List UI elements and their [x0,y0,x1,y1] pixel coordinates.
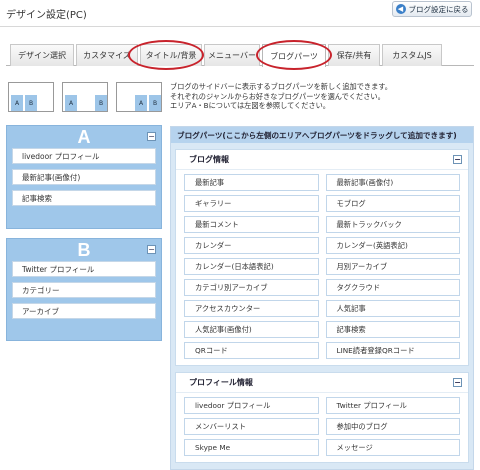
blog-part-item[interactable]: タグクラウド [325,279,460,296]
area-b-panel: B − Twitter プロフィール カテゴリー アーカイブ [6,238,162,341]
group-title: ブログ情報 [189,155,229,164]
parts-grid: livedoor プロフィール Twitter プロフィール メンバーリスト 参… [176,393,468,462]
blog-part-item[interactable]: 月別アーカイブ [325,258,460,275]
tab-customize[interactable]: カスタマイズ [76,44,138,66]
tab-blog-parts[interactable]: ブログパーツ [262,44,326,67]
collapse-icon[interactable]: − [147,245,156,254]
blog-part-item[interactable]: カレンダー(日本語表記) [184,258,319,275]
group-header: ブログ情報 − [176,150,468,170]
area-b-header: B − [7,239,161,261]
back-arrow-icon: ◀ [395,4,406,14]
blog-part-item[interactable]: モブログ [325,195,460,212]
layout-diagram: A B [8,82,54,112]
blog-part-item[interactable]: 参加中のブログ [325,418,460,435]
area-a-panel: A − livedoor プロフィール 最新記事(画像付) 記事検索 [6,125,162,229]
page-title: デザイン設定(PC) [6,10,87,21]
tab-menu-bar[interactable]: メニューバー [204,44,260,66]
blog-part-item[interactable]: 最新コメント [184,216,319,233]
area-a-marker: A [11,95,23,111]
blog-part-item[interactable]: Skype Me [184,439,319,456]
blog-part-item[interactable]: メンバーリスト [184,418,319,435]
description-line: それぞれのジャンルからお好きなブログパーツを選んでください。 [170,91,385,101]
area-a-item[interactable]: 最新記事(画像付) [12,169,156,185]
tab-title-background[interactable]: タイトル/背景 [140,44,202,66]
layout-diagram: A B [62,82,108,112]
area-b-title: B [77,239,91,260]
area-a-item[interactable]: livedoor プロフィール [12,148,156,164]
blog-part-item[interactable]: アクセスカウンター [184,300,319,317]
area-a-marker: A [135,95,147,111]
area-a-header: A − [7,126,161,148]
back-button-label: ブログ設定に戻る [408,4,469,14]
collapse-icon[interactable]: − [453,378,462,387]
area-a-title: A [77,126,91,147]
blog-part-item[interactable]: livedoor プロフィール [184,397,319,414]
tab-save-share[interactable]: 保存/共有 [328,44,380,66]
blog-part-item[interactable]: ギャラリー [184,195,319,212]
settings-tabs: デザイン選択 カスタマイズ タイトル/背景 メニューバー ブログパーツ 保存/共… [6,44,474,67]
blog-part-item[interactable]: Twitter プロフィール [325,397,460,414]
description-line: エリアA・Bについては左図を参照してください。 [170,101,330,110]
area-a-marker: A [65,95,77,111]
blog-part-item[interactable]: カテゴリ別アーカイブ [184,279,319,296]
blog-part-item[interactable]: 最新記事(画像付) [325,174,460,191]
tab-design-select[interactable]: デザイン選択 [10,44,74,66]
parts-group-profile-info: プロフィール情報 − livedoor プロフィール Twitter プロフィー… [175,372,469,463]
group-header: プロフィール情報 − [176,373,468,393]
area-b-item[interactable]: アーカイブ [12,303,156,319]
group-title: プロフィール情報 [189,378,253,387]
tab-custom-js[interactable]: カスタムJS [382,44,442,66]
blog-part-item[interactable]: 記事検索 [325,321,460,338]
area-a-item[interactable]: 記事検索 [12,190,156,206]
blog-part-item[interactable]: 人気記事 [325,300,460,317]
blog-part-item[interactable]: 最新記事 [184,174,319,191]
blog-part-item[interactable]: 最新トラックバック [325,216,460,233]
parts-description: ブログのサイドバーに表示するブログパーツを新しく追加できます。 それぞれのジャン… [170,82,470,111]
layout-diagram: A B [116,82,162,112]
collapse-icon[interactable]: − [453,155,462,164]
area-b-marker: B [149,95,161,111]
header-divider [0,26,480,27]
blog-part-item[interactable]: QRコード [184,342,319,359]
back-to-blog-settings-button[interactable]: ◀ ブログ設定に戻る [392,1,472,17]
area-b-item[interactable]: Twitter プロフィール [12,261,156,277]
blog-parts-header: ブログパーツ(ここから左側のエリアへブログパーツをドラッグして追加できます) [171,127,473,143]
blog-part-item[interactable]: 人気記事(画像付) [184,321,319,338]
parts-group-blog-info: ブログ情報 − 最新記事 最新記事(画像付) ギャラリー モブログ 最新コメント… [175,149,469,366]
blog-part-item[interactable]: カレンダー [184,237,319,254]
blog-parts-panel: ブログパーツ(ここから左側のエリアへブログパーツをドラッグして追加できます) ブ… [170,126,474,470]
parts-grid: 最新記事 最新記事(画像付) ギャラリー モブログ 最新コメント 最新トラックバ… [176,170,468,365]
blog-part-item[interactable]: LINE読者登録QRコード [325,342,460,359]
collapse-icon[interactable]: − [147,132,156,141]
description-line: ブログのサイドバーに表示するブログパーツを新しく追加できます。 [170,82,392,91]
area-b-marker: B [95,95,107,111]
blog-part-item[interactable]: メッセージ [325,439,460,456]
area-b-item[interactable]: カテゴリー [12,282,156,298]
area-b-marker: B [25,95,37,111]
blog-part-item[interactable]: カレンダー(英語表記) [325,237,460,254]
